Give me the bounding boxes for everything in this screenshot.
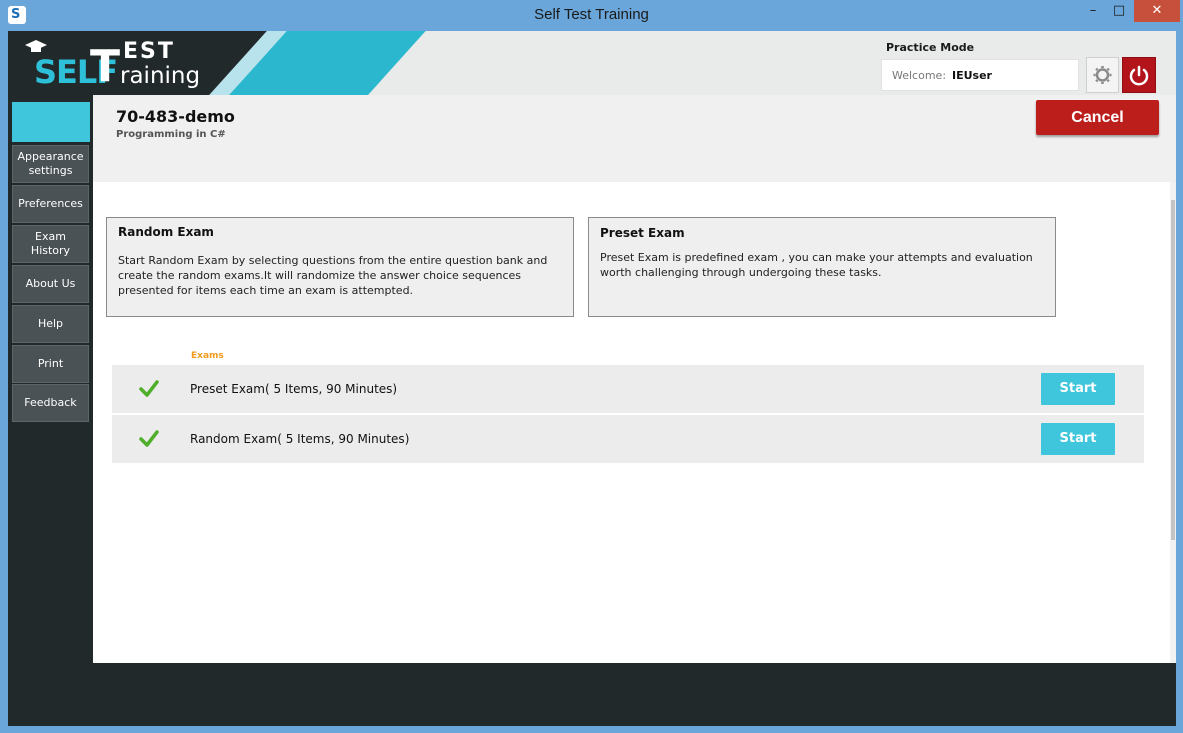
sidebar-item-help[interactable]: Help	[12, 305, 89, 343]
exam-row-random: Random Exam( 5 Items, 90 Minutes) Start	[112, 415, 1144, 463]
sidebar-item-exam-history[interactable]: Exam History	[12, 225, 89, 263]
welcome-label: Welcome:	[892, 69, 947, 82]
minimize-button[interactable]: –	[1080, 0, 1106, 22]
check-icon	[139, 380, 159, 397]
check-icon	[139, 430, 159, 447]
sidebar-item-feedback[interactable]: Feedback	[12, 384, 89, 422]
exam-row-name: Random Exam( 5 Items, 90 Minutes)	[190, 432, 410, 446]
exam-header: 70-483-demo Programming in C# Cancel	[93, 95, 1176, 182]
random-exam-card: Random Exam Start Random Exam by selecti…	[106, 217, 574, 317]
gear-icon	[1093, 66, 1112, 84]
selftest-logo: SELF T EST raining	[20, 37, 201, 92]
sidebar-active-arrow	[80, 102, 90, 142]
sidebar-item-print[interactable]: Print	[12, 345, 89, 383]
graduation-cap-icon	[25, 40, 47, 52]
sidebar-item-about-us[interactable]: About Us	[12, 265, 89, 303]
logout-button[interactable]	[1122, 57, 1156, 93]
start-preset-exam-button[interactable]: Start	[1041, 373, 1115, 405]
exam-row-name: Preset Exam( 5 Items, 90 Minutes)	[190, 382, 398, 396]
settings-button[interactable]	[1086, 57, 1119, 93]
cancel-button[interactable]: Cancel	[1036, 100, 1159, 135]
logo-est-text: EST	[123, 39, 175, 64]
preset-exam-title: Preset Exam	[600, 226, 685, 240]
exams-heading: Exams	[191, 351, 224, 361]
sidebar-item-preferences[interactable]: Preferences	[12, 185, 89, 223]
vertical-scrollbar[interactable]	[1170, 182, 1176, 663]
power-icon	[1129, 65, 1149, 86]
username: IEUser	[952, 69, 992, 82]
start-random-exam-button[interactable]: Start	[1041, 423, 1115, 455]
exam-code: 70-483-demo	[116, 107, 235, 126]
exam-row-preset: Preset Exam( 5 Items, 90 Minutes) Start	[112, 365, 1144, 413]
logo-t-text: T	[90, 41, 121, 92]
sidebar-active-item[interactable]	[12, 102, 90, 142]
sidebar-item-appearance-settings[interactable]: Appearance settings	[12, 145, 89, 183]
scrollbar-thumb[interactable]	[1171, 200, 1175, 540]
welcome-box: Welcome: IEUser	[881, 59, 1079, 91]
logo-raining-text: raining	[120, 63, 201, 89]
app-area: SELF T EST raining Practice Mode Welcome…	[8, 31, 1176, 726]
window-title: Self Test Training	[534, 6, 649, 23]
window-titlebar: S Self Test Training – □ ✕	[0, 0, 1183, 31]
preset-exam-description: Preset Exam is predefined exam , you can…	[600, 251, 1033, 279]
maximize-button[interactable]: □	[1106, 0, 1132, 22]
practice-mode-label: Practice Mode	[886, 41, 975, 54]
preset-exam-card: Preset Exam Preset Exam is predefined ex…	[588, 217, 1056, 317]
exam-subtitle: Programming in C#	[116, 129, 226, 140]
main-panel: 70-483-demo Programming in C# Cancel Ran…	[93, 95, 1176, 663]
random-exam-description: Start Random Exam by selecting questions…	[118, 254, 548, 297]
random-exam-title: Random Exam	[118, 225, 214, 239]
close-button[interactable]: ✕	[1134, 0, 1180, 22]
